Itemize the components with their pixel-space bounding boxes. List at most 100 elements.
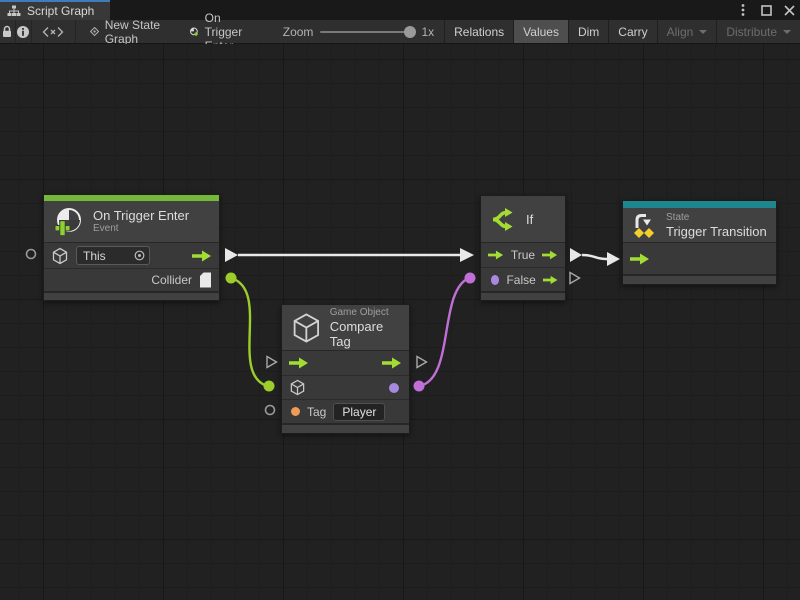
port-compare-trigger-in[interactable] [267,357,277,368]
port-row-target: This [44,243,219,268]
port-if-condition-in-dot[interactable] [465,273,476,284]
button-label: Distribute [726,25,777,39]
window-controls [735,0,797,20]
state-graph-icon [90,24,99,39]
port-row-collider: Collider [44,268,219,291]
port-trigger-out-connected[interactable] [225,248,238,262]
zoom-slider[interactable] [320,31,414,33]
node-accent-bar [623,201,776,208]
breadcrumb-label: New State Graph [105,18,161,46]
game-object-cube-icon[interactable] [289,379,306,396]
zoom-slider-knob[interactable] [404,26,416,38]
breadcrumb-on-trigger-enter[interactable]: On Trigger Enter [175,20,273,43]
dim-button[interactable]: Dim [568,20,608,43]
graph-canvas[interactable]: On Trigger Enter Event This [0,44,800,600]
event-mini-icon [189,24,199,40]
node-title: Trigger Transition [666,224,767,239]
node-on-trigger-enter[interactable]: On Trigger Enter Event This [43,194,220,301]
port-if-true-out-connected[interactable] [570,248,582,262]
node-category: State [666,212,767,224]
node-footer [282,423,409,433]
button-label: Carry [618,25,647,39]
trigger-in-arrow-icon[interactable] [630,253,650,265]
port-collider-out-dot[interactable] [226,273,237,284]
button-label: Relations [454,25,504,39]
port-row-gameobject [282,375,409,399]
condition-port-dot[interactable] [491,275,499,285]
zoom-label: Zoom [283,25,314,39]
tab-title: Script Graph [27,4,94,18]
collider-doc-icon [199,272,212,288]
false-label: False [506,273,535,287]
trigger-out-arrow-icon[interactable] [382,357,402,369]
port-compare-gameobject-in-dot[interactable] [264,381,275,392]
carry-button[interactable]: Carry [608,20,656,43]
port-compare-tag-in-ring[interactable] [266,406,275,415]
code-view-button[interactable] [32,20,76,43]
window-close-icon[interactable] [781,2,797,18]
distribute-dropdown[interactable]: Distribute [716,20,800,43]
string-port-dot[interactable] [291,407,300,416]
wire-arrowhead-icon [607,252,620,266]
zoom-control: Zoom 1x [273,20,444,43]
zoom-value: 1x [421,25,434,39]
tag-label: Tag [307,405,326,419]
port-this-input-ring[interactable] [27,250,36,259]
info-icon [16,25,30,39]
toolbar-toggle-group: Relations Values Dim Carry Align Distrib… [444,20,800,43]
chevron-down-icon [699,30,707,34]
window-maximize-icon[interactable] [758,2,774,18]
port-row-true: True [481,243,565,267]
breadcrumb-new-state-graph[interactable]: New State Graph [76,20,175,43]
object-picker-icon[interactable] [134,250,145,261]
align-dropdown[interactable]: Align [657,20,717,43]
lock-icon [1,25,13,38]
node-header[interactable]: If [481,196,565,243]
branch-icon [490,206,518,233]
lock-button[interactable] [0,20,16,43]
true-label: True [511,248,535,262]
tag-value-field[interactable]: Player [333,403,385,421]
port-if-false-out[interactable] [570,273,580,284]
node-header[interactable]: Game Object Compare Tag [282,305,409,351]
port-row-tag: Tag Player [282,399,409,423]
values-button[interactable]: Values [513,20,568,43]
node-if[interactable]: If True False [480,195,566,301]
trigger-out-arrow-icon[interactable] [192,250,212,262]
port-row-false: False [481,267,565,291]
transition-icon [632,211,658,239]
relations-button[interactable]: Relations [444,20,513,43]
trigger-in-arrow-icon[interactable] [488,249,504,261]
button-label: Values [523,25,559,39]
trigger-in-arrow-icon[interactable] [289,357,309,369]
event-icon [53,205,85,239]
chevron-down-icon [783,30,791,34]
wire-collider-to-compare [231,278,267,386]
bool-out-port-dot[interactable] [389,383,399,393]
wire-true-to-transition [582,255,607,259]
info-button[interactable] [16,20,32,43]
node-trigger-transition[interactable]: State Trigger Transition [622,200,777,285]
game-object-cube-icon [291,310,322,346]
node-title: Compare Tag [330,319,400,349]
node-title: If [526,212,533,227]
port-compare-trigger-out[interactable] [417,357,427,368]
game-object-cube-icon [51,247,69,265]
target-object-field[interactable]: This [76,246,150,265]
true-out-arrow-icon[interactable] [542,249,558,261]
false-out-arrow-icon[interactable] [543,274,558,286]
node-footer [44,291,219,300]
graph-hierarchy-icon [7,5,21,18]
target-object-value: This [83,249,106,263]
node-header[interactable]: State Trigger Transition [623,208,776,243]
port-compare-bool-out-dot[interactable] [414,381,425,392]
button-label: Align [667,25,694,39]
button-label: Dim [578,25,599,39]
window-menu-icon[interactable] [735,2,751,18]
node-header[interactable]: On Trigger Enter Event [44,201,219,243]
port-row-flow [623,243,776,274]
node-category: Game Object [330,307,400,319]
node-compare-tag[interactable]: Game Object Compare Tag Ta [281,304,410,434]
tab-script-graph[interactable]: Script Graph [0,0,110,20]
node-footer [623,274,776,284]
